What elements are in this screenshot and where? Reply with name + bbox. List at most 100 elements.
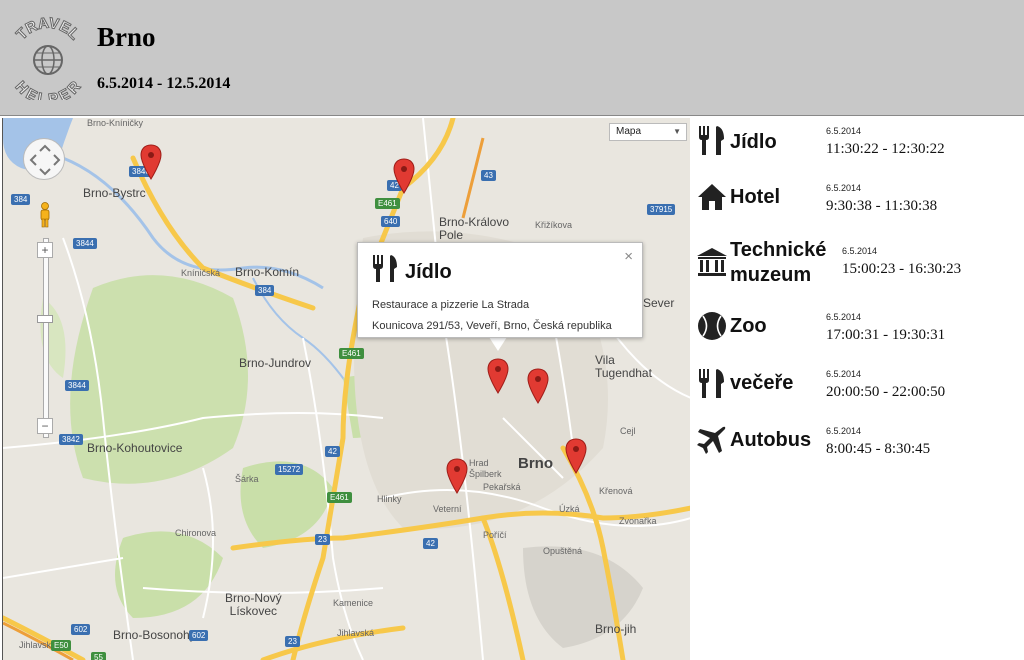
itinerary-item[interactable]: Technické muzeum 6.5.2014 15:00:23 - 16:… xyxy=(692,236,1022,296)
close-icon[interactable]: × xyxy=(624,248,633,265)
itinerary-item-name-line1: Technické xyxy=(730,239,827,261)
itinerary-item-time: 9:30:38 - 11:30:38 xyxy=(826,198,938,214)
map-label: Křenová xyxy=(599,486,633,496)
map-label: Cejl xyxy=(620,426,636,436)
road-shield: E461 xyxy=(339,348,364,359)
map-label: Opuštěná xyxy=(543,546,583,556)
travel-helper-logo: TRAVEL HELPER xyxy=(11,16,85,100)
map-label: Kníničská xyxy=(181,268,221,278)
road-shield: 37915 xyxy=(647,204,676,215)
road-shield: 23 xyxy=(285,636,300,647)
info-window-tail xyxy=(489,337,507,351)
map-label: Brno-Komín xyxy=(235,265,300,279)
itinerary-item-date: 6.5.2014 xyxy=(842,246,878,256)
info-window: × Jídlo Restaurace a pizzerie La Strada … xyxy=(357,242,643,338)
road-shield: 3844 xyxy=(73,238,97,249)
road-shield: 55 xyxy=(91,652,106,660)
itinerary-item-date: 6.5.2014 xyxy=(826,369,862,379)
map-label: Brno-Bosonohy xyxy=(113,628,196,642)
itinerary-list: Jídlo 6.5.2014 11:30:22 - 12:30:22 Hotel… xyxy=(692,118,1024,660)
road-shield: 384 xyxy=(11,194,31,205)
itinerary-item-name: Autobus xyxy=(730,429,812,451)
map-marker[interactable] xyxy=(446,458,468,494)
road-shield: 602 xyxy=(189,630,209,641)
road-shield: 15272 xyxy=(275,464,304,475)
map-label: Brno-Nový Lískovec xyxy=(225,591,282,618)
itinerary-item-name: Jídlo xyxy=(730,131,777,153)
road-shield: 3842 xyxy=(59,434,83,445)
svg-text:HELPER: HELPER xyxy=(12,78,85,100)
info-window-title: Jídlo xyxy=(405,261,452,283)
map-label: Brno-Kohoutovice xyxy=(87,441,183,455)
map-label: Veterní xyxy=(433,504,462,514)
zoom-slider-track[interactable] xyxy=(43,238,49,438)
itinerary-item-date: 6.5.2014 xyxy=(826,312,862,322)
map-label: Brno-Bystrc xyxy=(83,186,146,200)
itinerary-item-name: večeře xyxy=(730,372,794,394)
map-label: Brno-Kníničky xyxy=(87,118,144,128)
map-view[interactable]: Brno-Kníničky Brno-Bystrc Brno-Komín Brn… xyxy=(2,118,690,660)
trip-date-range: 6.5.2014 - 12.5.2014 xyxy=(97,75,231,92)
page-title: Brno xyxy=(97,22,156,52)
road-shield: E50 xyxy=(51,640,72,651)
pan-control[interactable] xyxy=(23,138,65,180)
road-shield: 23 xyxy=(315,534,330,545)
map-label: Hlinky xyxy=(377,494,402,504)
map-marker[interactable] xyxy=(393,158,415,194)
map-label: Poříčí xyxy=(483,530,507,540)
itinerary-item-time: 8:00:45 - 8:30:45 xyxy=(826,441,931,457)
map-marker[interactable] xyxy=(527,368,549,404)
itinerary-item-name-line2: muzeum xyxy=(730,264,812,286)
map-label: Zvonařka xyxy=(619,516,657,526)
itinerary-item-time: 20:00:50 - 22:00:50 xyxy=(826,384,946,400)
map-label: Brno-Jundrov xyxy=(239,356,312,370)
road-shield: 42 xyxy=(325,446,340,457)
zoom-slider-handle[interactable] xyxy=(37,315,53,323)
itinerary-item[interactable]: Hotel 6.5.2014 9:30:38 - 11:30:38 xyxy=(692,179,1022,229)
map-label: Jihlavská xyxy=(337,628,375,638)
map-type-select[interactable]: Mapa ▼ xyxy=(609,123,687,141)
road-shield: 3844 xyxy=(65,380,89,391)
map-label: Šárka xyxy=(235,474,259,484)
road-shield: E461 xyxy=(327,492,352,503)
info-window-address: Kounicova 291/53, Veveří, Brno, Česká re… xyxy=(372,320,612,332)
map-label: Vila Tugendhat xyxy=(595,353,652,380)
map-label: Křižíkova xyxy=(535,220,573,230)
itinerary-item[interactable]: večeře 6.5.2014 20:00:50 - 22:00:50 xyxy=(692,365,1022,415)
airplane-icon xyxy=(697,426,726,454)
road-shield: 43 xyxy=(481,170,496,181)
map-label: Kamenice xyxy=(333,598,374,608)
itinerary-item-date: 6.5.2014 xyxy=(826,183,862,193)
road-shield: 602 xyxy=(71,624,91,635)
itinerary-item[interactable]: Zoo 6.5.2014 17:00:31 - 19:30:31 xyxy=(692,308,1022,358)
zoom-out-button[interactable]: − xyxy=(37,418,53,434)
itinerary-item[interactable]: Jídlo 6.5.2014 11:30:22 - 12:30:22 xyxy=(692,122,1022,172)
map-label: Chironova xyxy=(175,528,217,538)
itinerary-item-name: Zoo xyxy=(730,315,767,337)
map-marker-selected[interactable] xyxy=(487,358,509,394)
map-marker[interactable] xyxy=(140,144,162,180)
fork-knife-icon xyxy=(373,255,397,282)
map-label: Brno-Královo Pole xyxy=(439,215,510,242)
map-label: Hrad Špilberk xyxy=(469,458,502,479)
app-header: TRAVEL HELPER Brno 6.5.2014 - 12.5.2014 xyxy=(0,0,1024,116)
road-shield: E461 xyxy=(375,198,400,209)
map-type-label: Mapa xyxy=(616,126,642,137)
map-marker[interactable] xyxy=(565,438,587,474)
itinerary-item-time: 17:00:31 - 19:30:31 xyxy=(826,327,946,343)
pan-arrows-icon xyxy=(29,144,61,176)
itinerary-item-time: 11:30:22 - 12:30:22 xyxy=(826,141,945,157)
map-label: Sever xyxy=(643,296,675,310)
zoom-in-button[interactable]: + xyxy=(37,242,53,258)
ball-icon xyxy=(698,312,726,340)
itinerary-item-date: 6.5.2014 xyxy=(826,426,862,436)
itinerary-item-time: 15:00:23 - 16:30:23 xyxy=(842,261,962,277)
map-label: Brno xyxy=(518,455,553,472)
map-label: Úzká xyxy=(559,504,580,514)
itinerary-item[interactable]: Autobus 6.5.2014 8:00:45 - 8:30:45 xyxy=(692,422,1022,472)
fork-knife-icon xyxy=(699,126,724,155)
road-shield: 640 xyxy=(381,216,401,227)
fork-knife-icon xyxy=(699,369,724,398)
pegman-icon[interactable] xyxy=(38,202,52,228)
map-label: Brno-jih xyxy=(595,622,637,636)
